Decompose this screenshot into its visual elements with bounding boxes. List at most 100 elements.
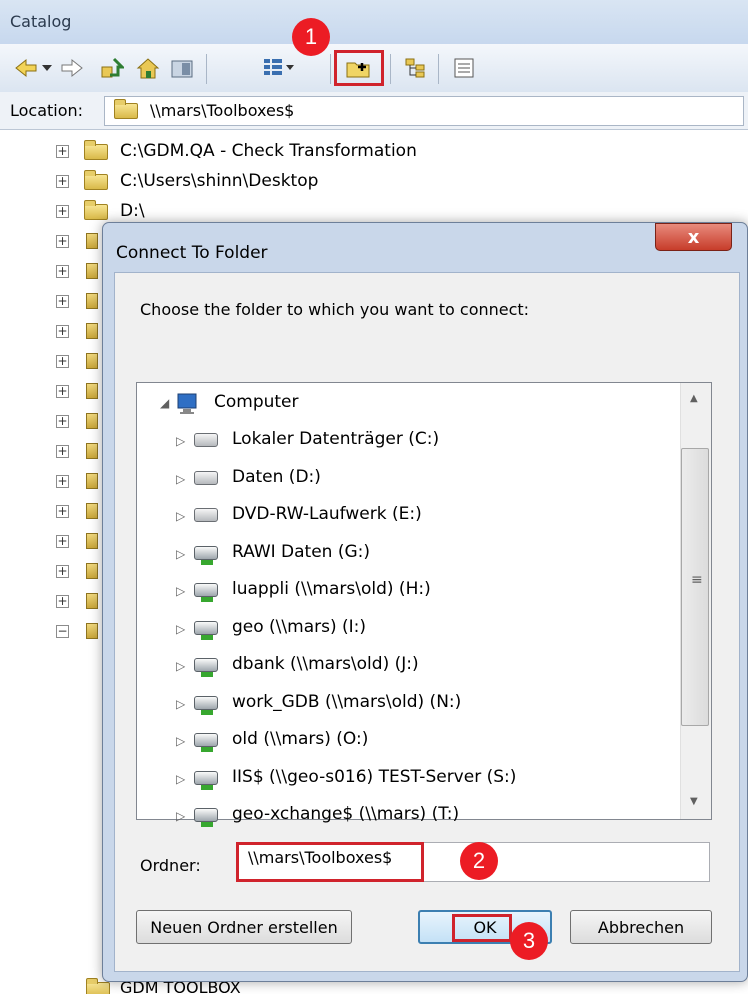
folder-icon — [114, 99, 138, 119]
scroll-up-icon[interactable]: ▲ — [690, 393, 698, 404]
toolbar-separator — [330, 54, 331, 84]
expand-arrow-icon[interactable]: ▷ — [176, 509, 185, 523]
folder-icon — [86, 563, 98, 579]
drive-item[interactable]: IIS$ (\\geo-s016) TEST-Server (S:) — [232, 767, 516, 787]
expand-icon[interactable]: − — [56, 625, 69, 638]
location-value: \\mars\Toolboxes$ — [150, 101, 295, 120]
tree-item[interactable]: C:\Users\shinn\Desktop — [120, 171, 318, 191]
folder-icon — [86, 353, 98, 369]
drive-item[interactable]: DVD-RW-Laufwerk (E:) — [232, 504, 422, 524]
expand-icon[interactable]: + — [56, 385, 69, 398]
folder-icon — [86, 413, 98, 429]
drive-item[interactable]: dbank (\\mars\old) (J:) — [232, 654, 419, 674]
folder-icon — [86, 293, 98, 309]
folder-icon — [84, 200, 108, 220]
back-arrow-icon[interactable] — [14, 56, 38, 80]
forward-arrow-icon[interactable] — [60, 56, 84, 80]
folder-icon — [86, 503, 98, 519]
view-options-icon[interactable] — [262, 56, 296, 80]
expand-icon[interactable]: + — [56, 235, 69, 248]
step-badge-3: 3 — [510, 922, 548, 960]
drive-item[interactable]: luappli (\\mars\old) (H:) — [232, 579, 431, 599]
network-drive-icon — [194, 621, 218, 640]
highlight-folder-input — [236, 842, 424, 882]
close-button[interactable]: x — [655, 223, 732, 251]
folder-icon — [86, 593, 98, 609]
expand-arrow-icon[interactable]: ▷ — [176, 772, 185, 786]
expand-icon[interactable]: + — [56, 205, 69, 218]
toolbar-separator — [206, 54, 207, 84]
home-icon[interactable] — [136, 56, 160, 80]
expand-arrow-icon[interactable]: ▷ — [176, 472, 185, 486]
cancel-button[interactable]: Abbrechen — [570, 910, 712, 944]
folder-icon — [86, 443, 98, 459]
new-folder-button[interactable]: Neuen Ordner erstellen — [136, 910, 352, 944]
computer-label[interactable]: Computer — [214, 392, 299, 412]
dvd-drive-icon — [194, 508, 218, 522]
expand-icon[interactable]: + — [56, 325, 69, 338]
up-folder-icon[interactable] — [100, 56, 124, 80]
expand-icon[interactable]: + — [56, 415, 69, 428]
folder-icon — [86, 473, 98, 489]
expand-icon[interactable]: + — [56, 145, 69, 158]
folder-icon — [86, 233, 98, 249]
expand-icon[interactable]: + — [56, 175, 69, 188]
location-label: Location: — [10, 101, 84, 120]
dropdown-icon[interactable] — [40, 56, 54, 80]
highlight-ok-button — [452, 914, 512, 942]
folder-label: Ordner: — [140, 856, 201, 875]
drive-item[interactable]: geo (\\mars) (I:) — [232, 617, 366, 637]
expand-icon[interactable]: + — [56, 295, 69, 308]
details-icon[interactable] — [452, 56, 476, 80]
expand-icon[interactable]: + — [56, 565, 69, 578]
network-drive-icon — [194, 583, 218, 602]
drive-item[interactable]: Lokaler Datenträger (C:) — [232, 429, 439, 449]
expand-arrow-icon[interactable]: ▷ — [176, 809, 185, 823]
network-drive-icon — [194, 546, 218, 565]
expand-icon[interactable]: + — [56, 505, 69, 518]
network-drive-icon — [194, 733, 218, 752]
network-drive-icon — [194, 696, 218, 715]
expand-arrow-icon[interactable]: ▷ — [176, 622, 185, 636]
expand-icon[interactable]: + — [56, 535, 69, 548]
toolbar-separator — [438, 54, 439, 84]
folder-icon — [84, 170, 108, 190]
expand-icon[interactable]: + — [56, 475, 69, 488]
expand-icon[interactable]: + — [56, 265, 69, 278]
expand-arrow-icon[interactable]: ▷ — [176, 659, 185, 673]
drive-item[interactable]: work_GDB (\\mars\old) (N:) — [232, 692, 461, 712]
dialog-prompt: Choose the folder to which you want to c… — [140, 300, 530, 319]
step-badge-1: 1 — [292, 18, 330, 56]
toggle-contents-icon[interactable] — [170, 56, 194, 80]
drive-item[interactable]: RAWI Daten (G:) — [232, 542, 370, 562]
expand-arrow-icon[interactable]: ▷ — [176, 434, 185, 448]
folder-icon — [86, 263, 98, 279]
drive-item[interactable]: old (\\mars) (O:) — [232, 729, 368, 749]
tree-view-icon[interactable] — [404, 56, 428, 80]
folder-icon — [86, 623, 98, 639]
network-drive-icon — [194, 771, 218, 790]
catalog-title-bar: Catalog — [0, 0, 748, 44]
windows-drive-icon — [194, 433, 218, 447]
expand-arrow-icon[interactable]: ▷ — [176, 584, 185, 598]
scroll-down-icon[interactable]: ▼ — [690, 796, 698, 807]
tree-item[interactable]: D:\ — [120, 201, 145, 221]
expand-arrow-icon[interactable]: ▷ — [176, 547, 185, 561]
expand-icon[interactable]: + — [56, 355, 69, 368]
network-drive-icon — [194, 658, 218, 677]
tree-item[interactable]: C:\GDM.QA - Check Transformation — [120, 141, 417, 161]
toolbar-separator — [390, 54, 391, 84]
expand-icon[interactable]: + — [56, 445, 69, 458]
network-drive-icon — [194, 808, 218, 827]
computer-icon — [174, 393, 206, 415]
expand-arrow-icon[interactable]: ▷ — [176, 697, 185, 711]
expand-icon[interactable]: + — [56, 595, 69, 608]
expand-arrow-icon[interactable]: ▷ — [176, 734, 185, 748]
dialog-title: Connect To Folder — [116, 243, 268, 263]
highlight-connect-folder — [334, 50, 384, 86]
scroll-grip-icon: ≡ — [691, 572, 703, 588]
catalog-title: Catalog — [10, 12, 72, 31]
drive-item[interactable]: geo-xchange$ (\\mars) (T:) — [232, 804, 459, 824]
drive-item[interactable]: Daten (D:) — [232, 467, 321, 487]
collapse-arrow-icon[interactable]: ◢ — [160, 396, 169, 410]
